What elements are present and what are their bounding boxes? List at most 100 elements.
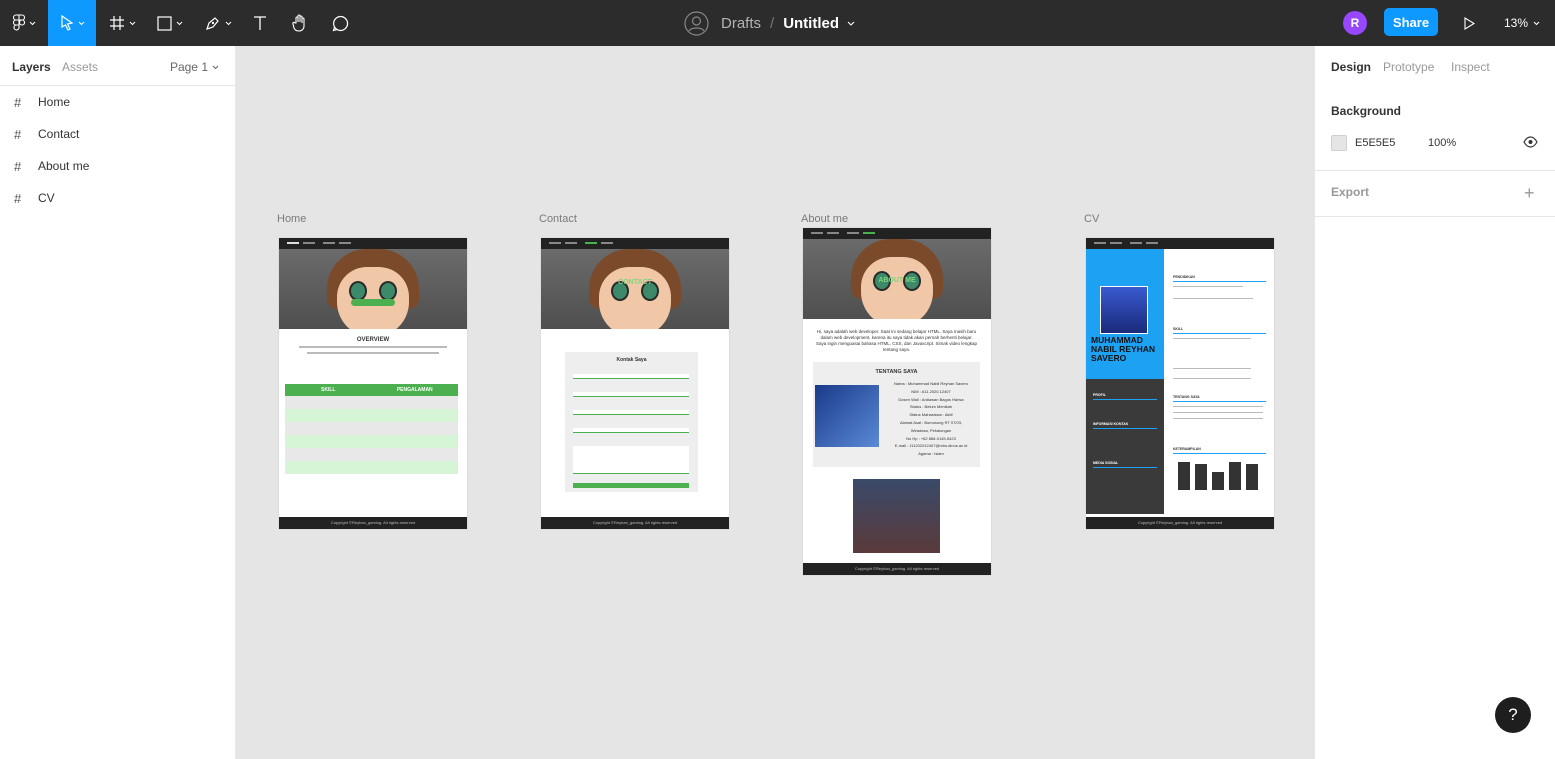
frame-contact[interactable]: CONTACT Kontak Saya Copyright ©Reyhan_ga… [541, 238, 729, 529]
mini-navbar [541, 238, 729, 249]
hero-banner [279, 249, 467, 329]
file-name[interactable]: Untitled [783, 15, 839, 32]
cv-text-line [1173, 412, 1263, 413]
info-line: Status Mahasiswa : Aktif [909, 412, 953, 418]
tab-layers[interactable]: Layers [12, 60, 51, 74]
page-selector[interactable]: Page 1 [170, 60, 219, 74]
tab-design[interactable]: Design [1331, 60, 1371, 74]
figma-logo-icon [12, 14, 25, 31]
profile-photo [815, 385, 879, 447]
frame-cv[interactable]: MUHAMMAD NABIL REYHAN SAVERO PROFIL INFO… [1086, 238, 1274, 529]
info-line: Nama : Muhammad Nabil Reyhan Savero [893, 381, 969, 386]
cv-section-title: TENTANG SAYA [1173, 395, 1200, 399]
user-avatar[interactable]: R [1343, 11, 1367, 35]
zoom-menu[interactable]: 13% [1504, 0, 1540, 46]
cv-name: MUHAMMAD NABIL REYHAN SAVERO [1091, 335, 1156, 363]
subject-field[interactable] [573, 428, 689, 433]
file-title: Drafts / Untitled [684, 0, 855, 46]
text-tool-button[interactable] [246, 0, 274, 46]
drafts-link[interactable]: Drafts [721, 15, 761, 32]
submit-button[interactable] [573, 483, 689, 488]
mini-navbar [279, 238, 467, 249]
pen-tool-button[interactable] [196, 0, 240, 46]
cv-text-line [1173, 338, 1251, 339]
mini-navbar [803, 228, 991, 239]
tab-prototype[interactable]: Prototype [1383, 60, 1434, 74]
table-row [285, 448, 458, 461]
frame-footer: Copyright ©Reyhan_gaming. All rights res… [803, 563, 991, 575]
eye-icon[interactable] [1523, 136, 1538, 148]
share-button[interactable]: Share [1384, 8, 1438, 36]
frame-about-me[interactable]: ABOUT ME Hi, saya adalah web developer. … [803, 228, 991, 575]
frame-label-cv[interactable]: CV [1084, 213, 1099, 225]
form-title: Kontak Saya [616, 357, 647, 363]
text-icon [254, 16, 266, 30]
frame-home[interactable]: OVERVIEW SKILL PENGALAMAN Copyright ©Rey… [279, 238, 467, 529]
name-field[interactable] [573, 374, 689, 379]
cv-text-line [1173, 378, 1251, 379]
add-export-icon[interactable]: + [1524, 184, 1535, 202]
skill-bar [1212, 472, 1224, 490]
frame-icon: # [14, 158, 22, 174]
frame-footer: Copyright ©Reyhan_gaming. All rights res… [541, 517, 729, 529]
comment-tool-button[interactable] [326, 0, 354, 46]
skill-table: SKILL PENGALAMAN [285, 384, 458, 474]
hero-banner: CONTACT [541, 249, 729, 329]
right-panel-tabs: Design Prototype Inspect [1315, 46, 1555, 86]
origin-field[interactable] [573, 410, 689, 415]
layers-panel: Layers Assets Page 1 # Home # Contact # … [0, 46, 236, 759]
hand-tool-button[interactable] [286, 0, 314, 46]
info-line: No Hp : +62 888-0145-5423 [906, 435, 956, 441]
background-opacity-input[interactable]: 100% [1428, 137, 1456, 149]
canvas[interactable]: Home OVERVIEW SKILL PENGALAMAN Copyright… [237, 46, 1314, 759]
cv-section-title: INFORMASI KONTAK [1093, 422, 1129, 426]
tab-assets[interactable]: Assets [62, 60, 98, 74]
info-line: Alamat Asal : Bomosong RT 07/03, [899, 419, 963, 425]
help-button[interactable]: ? [1495, 697, 1531, 733]
layer-label: Home [38, 95, 71, 109]
layer-item-cv[interactable]: # CV [0, 182, 236, 214]
mini-navbar [1086, 238, 1274, 249]
left-panel-tabs: Layers Assets Page 1 [0, 46, 235, 86]
comment-icon [332, 15, 348, 31]
divider [1315, 170, 1555, 171]
frame-footer: Copyright ©Reyhan_gaming. All rights res… [279, 517, 467, 529]
breadcrumb-separator: / [770, 14, 775, 32]
table-header-skill: SKILL [321, 387, 336, 393]
info-line: E-mail : 111202012407@mhs.dinus.ac.id [894, 443, 968, 449]
present-button[interactable] [1458, 12, 1480, 34]
main-menu-button[interactable] [0, 0, 48, 46]
table-row [285, 461, 458, 474]
move-tool-button[interactable] [48, 0, 96, 46]
cv-text-line [1173, 368, 1251, 369]
frame-label-home[interactable]: Home [277, 213, 306, 225]
message-field[interactable] [573, 446, 689, 474]
tab-inspect[interactable]: Inspect [1451, 60, 1490, 74]
chevron-down-icon [29, 21, 35, 25]
background-hex-input[interactable]: E5E5E5 [1355, 137, 1395, 149]
shape-tool-button[interactable] [148, 0, 192, 46]
cv-rule [1173, 453, 1266, 454]
layer-item-home[interactable]: # Home [0, 86, 236, 118]
chevron-down-icon[interactable] [847, 21, 855, 26]
layer-item-contact[interactable]: # Contact [0, 118, 236, 150]
layer-label: About me [38, 159, 90, 173]
frame-label-about-me[interactable]: About me [801, 213, 848, 225]
frame-tool-button[interactable] [100, 0, 144, 46]
skills-bar-chart [1178, 457, 1264, 490]
frame-label-contact[interactable]: Contact [539, 213, 577, 225]
team-avatar-icon[interactable] [684, 10, 709, 36]
divider [1315, 216, 1555, 217]
frame-icon: # [14, 126, 22, 142]
about-card-title: TENTANG SAYA [875, 369, 918, 375]
cv-rule [1173, 333, 1266, 334]
hero-title: CONTACT [618, 279, 652, 286]
layer-item-about-me[interactable]: # About me [0, 150, 236, 182]
chevron-down-icon [225, 21, 231, 25]
email-field[interactable] [573, 392, 689, 397]
cv-rule [1173, 281, 1266, 282]
background-color-swatch[interactable] [1331, 135, 1347, 151]
info-line: Status : Belum Menikah [909, 404, 953, 410]
layer-label: CV [38, 191, 55, 205]
skill-bar [1229, 462, 1241, 490]
